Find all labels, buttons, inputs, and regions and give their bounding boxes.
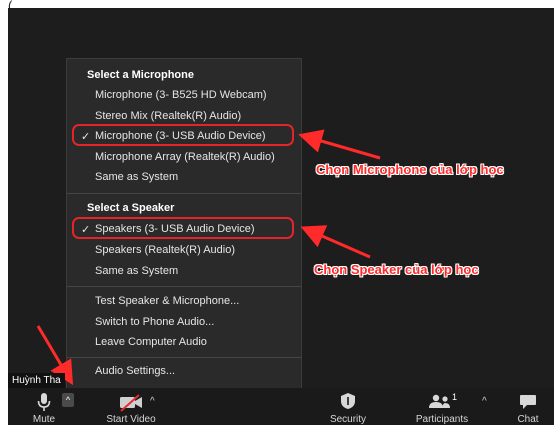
start-video-label: Start Video (106, 414, 156, 425)
annotation-arrows (36, 129, 381, 386)
meeting-toolbar: Mute ^ Start Video ^ Security 1 Particip… (8, 388, 554, 425)
mute-label: Mute (32, 414, 56, 425)
chat-label: Chat (517, 414, 539, 425)
arrow-to-caret (36, 325, 74, 386)
participants-icon (429, 394, 450, 408)
participants-button[interactable]: 1 Participants (406, 388, 478, 425)
video-options-caret[interactable]: ^ (150, 396, 155, 407)
microphone-icon (37, 393, 51, 411)
shield-icon (341, 393, 355, 409)
participants-options-caret[interactable]: ^ (482, 396, 487, 407)
participants-label: Participants (415, 414, 469, 425)
participant-name-label: Huỳnh Tha (8, 373, 65, 388)
participants-count: 1 (452, 392, 458, 402)
zoom-meeting-window: Select a Microphone Microphone (3- B525 … (8, 8, 554, 425)
security-label: Security (329, 414, 367, 425)
arrow-to-microphone (298, 129, 381, 160)
arrow-to-speaker (300, 225, 371, 259)
audio-options-caret[interactable]: ^ (62, 393, 74, 407)
security-button[interactable]: Security (320, 388, 376, 425)
chat-button[interactable]: Chat (508, 388, 548, 425)
start-video-button[interactable]: Start Video (96, 388, 166, 425)
chat-icon (520, 395, 536, 409)
video-off-icon (120, 394, 142, 412)
